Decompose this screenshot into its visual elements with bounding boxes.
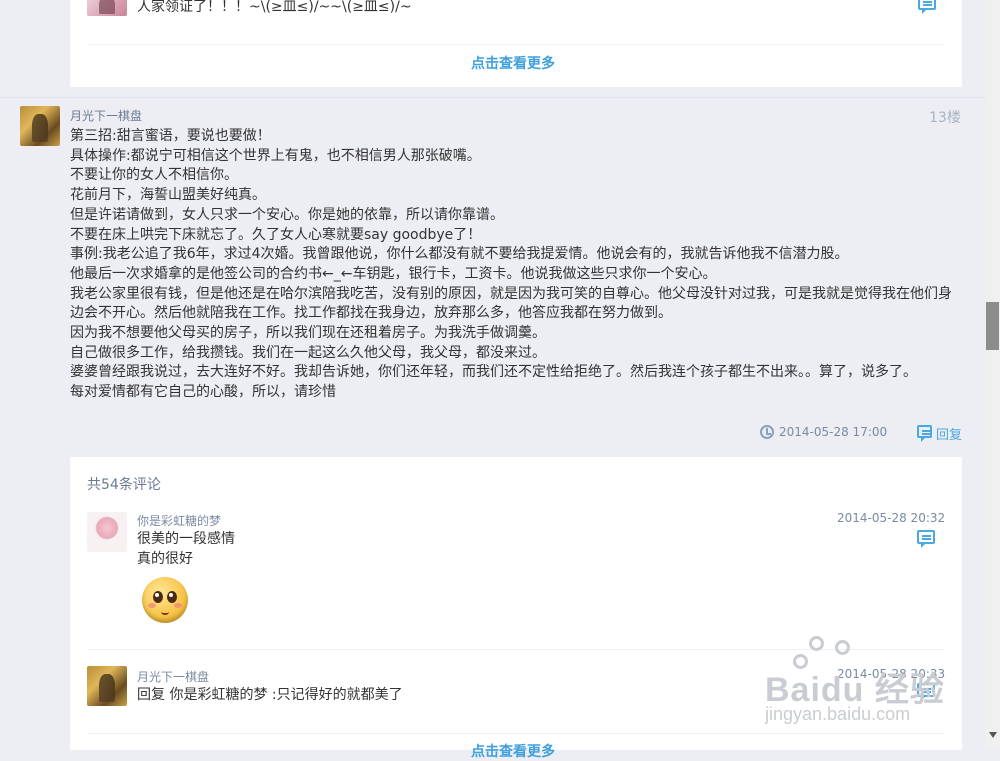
comment-author[interactable]: 月光下一棋盘 [137,668,209,685]
comment-text: 人家领证了！！！~\(≥皿≤)/~~\(≥皿≤)/~ [137,0,412,15]
baidu-watermark: Baidu 经验 jingyan.baidu.com [765,636,945,724]
divider [87,44,944,45]
scrollbar-track[interactable] [985,0,1000,750]
post-line: 不要在床上哄完下床就忘了。久了女人心寒就要say goodbye了！ [70,226,482,243]
post-line: 花前月下，海誓山盟美好纯真。 [70,187,266,204]
clock-icon [760,425,774,439]
comment-text: 很美的一段感情 [137,531,235,547]
post-line: 自己做很多工作，给我攒钱。我们在一起这么久他父母，我父母，都没来过。 [70,344,546,361]
post-line: 事例:我老公追了我6年，求过4次婚。我曾跟他说，你什么都没有就不要给我提爱情。他… [70,246,849,263]
post-line: 但是许诺请做到，女人只求一个安心。你是她的依靠，所以请你靠谱。 [70,206,504,223]
post-line: 我老公家里很有钱，但是他还是在哈尔滨陪我吃苦，没有别的原因，就是因为我可笑的自尊… [70,285,952,322]
reply-icon[interactable] [917,425,932,442]
smiley-emoji-icon [142,577,188,623]
paw-icon [809,636,824,651]
avatar[interactable] [87,666,127,706]
comment-panel-top: 人家领证了！！！~\(≥皿≤)/~~\(≥皿≤)/~ 点击查看更多 [70,0,962,87]
post-timestamp: 2014-05-28 17:00 [779,425,888,439]
post-body: 第三招:甜言蜜语，要说也要做！ 具体操作:都说宁可相信这个世界上有鬼，也不相信男… [70,127,965,403]
post-line: 不要让你的女人不相信你。 [70,167,238,184]
divider [87,733,944,734]
avatar[interactable] [87,512,127,552]
reply-icon[interactable] [917,530,935,548]
post-line: 具体操作:都说宁可相信这个世界上有鬼，也不相信男人那张破嘴。 [70,147,481,164]
scrollbar-thumb[interactable] [986,302,999,350]
post-author[interactable]: 月光下一棋盘 [70,107,142,124]
watermark-url: jingyan.baidu.com [765,704,911,724]
floor-number: 13楼 [929,110,961,126]
view-more-link[interactable]: 点击查看更多 [471,741,555,761]
comment-text: 回复 你是彩虹糖的梦 :只记得好的就都美了 [137,687,403,703]
avatar[interactable] [20,106,60,146]
comment-date: 2014-05-28 20:32 [837,511,946,525]
avatar[interactable] [87,0,127,16]
divider [0,97,985,98]
comment-text: 真的很好 [137,551,193,567]
paw-icon [793,654,808,669]
scroll-down-arrow-icon[interactable] [989,732,997,738]
post-line: 他最后一次求婚拿的是他签公司的合约书←_←车钥匙，银行卡，工资卡。他说我做这些只… [70,265,717,282]
post-line: 婆婆曾经跟我说过，去大连好不好。我却告诉她，你们还年轻，而我们还不定性给拒绝了。… [70,364,917,381]
reply-button[interactable]: 回复 [936,424,962,443]
comment-count: 共54条评论 [87,477,161,493]
reply-icon[interactable] [918,0,936,14]
view-more-link[interactable]: 点击查看更多 [471,53,555,73]
paw-icon [835,640,850,655]
comment-author[interactable]: 你是彩虹糖的梦 [137,512,221,529]
post-line: 每对爱情都有它自己的心酸，所以，请珍惜 [70,384,336,401]
post-line: 因为我不想要他父母买的房子，所以我们现在还租着房子。为我洗手做调羹。 [70,325,546,342]
post-line: 第三招:甜言蜜语，要说也要做！ [70,128,271,144]
